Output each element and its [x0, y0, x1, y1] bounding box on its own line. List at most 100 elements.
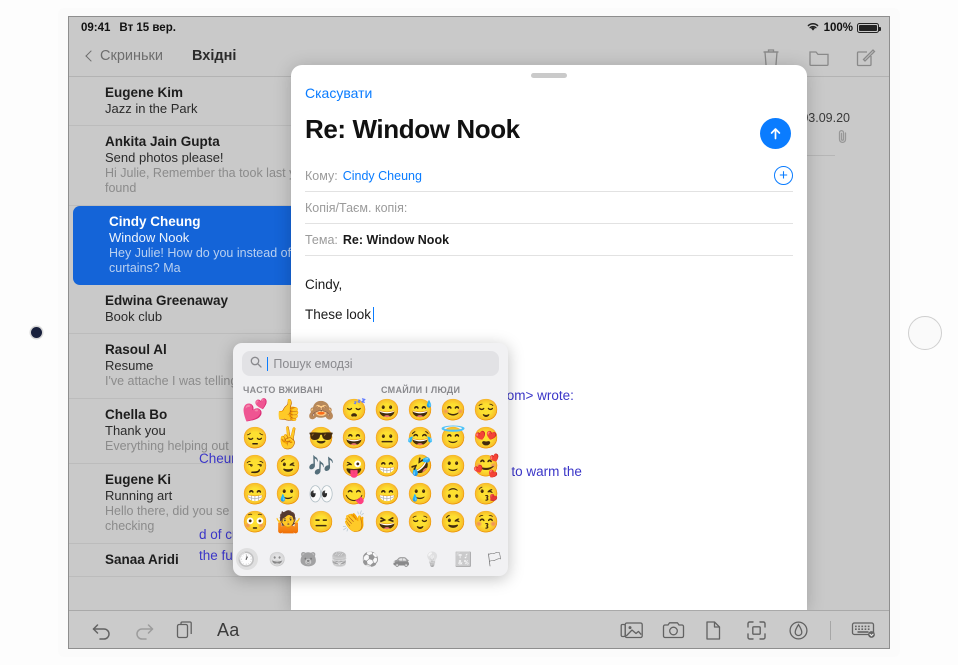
emoji-grid[interactable]: 💕👍🙈😴😀😅😊😌😔✌️😎😄😐😂😇😍😏😉🎶😜😁🤣🙂🥰😁🥲👀😋😁🥲🙃😘😳🤷😑👏😆😌😉… [239, 397, 502, 537]
send-arrow-up-icon [768, 126, 783, 141]
smileys-emoji-tab[interactable]: 😀 [267, 548, 289, 570]
markup-pen-icon[interactable] [788, 620, 810, 642]
objects-emoji-tab[interactable]: 💡 [422, 548, 444, 570]
emoji-cell[interactable]: 😀 [371, 397, 404, 425]
emoji-cell[interactable]: 🙃 [437, 481, 470, 509]
body-greeting: Cindy, [305, 270, 785, 300]
compose-body[interactable]: Cindy, These look [305, 270, 785, 330]
compose-title: Re: Window Nook [305, 114, 520, 145]
emoji-cell[interactable]: 🥰 [470, 453, 503, 481]
emoji-cell[interactable]: 😎 [305, 425, 338, 453]
back-label: Скриньки [100, 48, 163, 64]
activity-emoji-tab[interactable]: ⚽ [360, 548, 382, 570]
undo-icon[interactable] [91, 620, 113, 642]
emoji-cell[interactable]: 😁 [239, 481, 272, 509]
subject-field[interactable]: Тема: Re: Window Nook [305, 224, 793, 256]
emoji-cell[interactable]: 😜 [338, 453, 371, 481]
travel-emoji-tab[interactable]: 🚗 [391, 548, 413, 570]
bottom-toolbar: Aa [69, 610, 890, 649]
send-button[interactable] [760, 118, 791, 149]
emoji-cell[interactable]: 🙈 [305, 397, 338, 425]
battery-percent: 100% [824, 22, 853, 34]
format-text-button[interactable]: Aa [217, 620, 240, 641]
search-caret [267, 357, 268, 371]
emoji-search-input[interactable]: Пошук емодзі [242, 351, 499, 376]
cancel-button[interactable]: Скасувати [305, 85, 372, 101]
emoji-cell[interactable]: 😌 [470, 397, 503, 425]
front-camera [31, 327, 42, 338]
emoji-cell[interactable]: 😉 [437, 509, 470, 537]
emoji-cell[interactable]: 😋 [338, 481, 371, 509]
emoji-cell[interactable]: 💕 [239, 397, 272, 425]
flags-emoji-tab[interactable]: 🏳 [484, 548, 506, 570]
emoji-cell[interactable]: 😌 [404, 509, 437, 537]
paste-icon[interactable] [175, 620, 197, 642]
emoji-cell[interactable]: ✌️ [272, 425, 305, 453]
paperclip-icon [836, 129, 849, 149]
emoji-cell[interactable]: 😏 [239, 453, 272, 481]
to-recipient[interactable]: Cindy Cheung [343, 169, 422, 183]
symbols-emoji-tab[interactable]: 🔣 [453, 548, 475, 570]
emoji-cell[interactable]: 🙂 [437, 453, 470, 481]
back-to-mailboxes-button[interactable]: Скриньки [87, 48, 163, 64]
emoji-cell[interactable]: 😘 [470, 481, 503, 509]
emoji-cell[interactable]: 😅 [404, 397, 437, 425]
emoji-category-tabs[interactable]: 🕐 😀 🐻 🍔 ⚽ 🚗 💡 🔣 🏳 [233, 545, 508, 573]
ipad-device: 09:41 Вт 15 вер. 100% Скриньки [0, 0, 958, 665]
emoji-category-smileys-label: СМАЙЛИ І ЛЮДИ [381, 385, 460, 395]
emoji-cell[interactable]: 👏 [338, 509, 371, 537]
emoji-cell[interactable]: 😴 [338, 397, 371, 425]
to-field[interactable]: Кому: Cindy Cheung [305, 160, 793, 192]
toolbar-separator [830, 621, 831, 640]
emoji-cell[interactable]: 😳 [239, 509, 272, 537]
emoji-cell[interactable]: 😍 [470, 425, 503, 453]
photos-icon[interactable] [620, 620, 642, 642]
emoji-cell[interactable]: 😔 [239, 425, 272, 453]
redo-icon[interactable] [133, 620, 155, 642]
camera-icon[interactable] [662, 620, 684, 642]
sheet-grabber-handle[interactable] [531, 73, 567, 78]
emoji-cell[interactable]: 😄 [338, 425, 371, 453]
scan-icon[interactable] [746, 620, 768, 642]
emoji-cell[interactable]: 🤣 [404, 453, 437, 481]
emoji-picker: Пошук емодзі ЧАСТО ВЖИВАНІ СМАЙЛИ І ЛЮДИ… [233, 343, 508, 576]
home-button[interactable] [908, 316, 942, 350]
cc-bcc-field[interactable]: Копія/Таєм. копія: [305, 192, 793, 224]
subject-value[interactable]: Re: Window Nook [343, 233, 449, 247]
emoji-cell[interactable]: 😑 [305, 509, 338, 537]
emoji-cell[interactable]: 🎶 [305, 453, 338, 481]
emoji-cell[interactable]: 😆 [371, 509, 404, 537]
emoji-cell[interactable]: 😐 [371, 425, 404, 453]
recent-emoji-tab[interactable]: 🕐 [236, 548, 258, 570]
emoji-cell[interactable]: 😇 [437, 425, 470, 453]
emoji-cell[interactable]: 🤷 [272, 509, 305, 537]
text-caret [373, 307, 374, 322]
document-icon[interactable] [704, 620, 726, 642]
inbox-title: Вхідні [192, 48, 236, 64]
emoji-cell[interactable]: 😁 [371, 481, 404, 509]
emoji-cell[interactable]: 😚 [470, 509, 503, 537]
animals-emoji-tab[interactable]: 🐻 [298, 548, 320, 570]
food-emoji-tab[interactable]: 🍔 [329, 548, 351, 570]
emoji-search-placeholder: Пошук емодзі [273, 357, 352, 371]
folder-icon[interactable] [808, 47, 828, 69]
battery-icon [857, 23, 879, 33]
status-date: Вт 15 вер. [119, 22, 176, 34]
add-contact-plus-icon[interactable]: + [774, 166, 793, 185]
emoji-cell[interactable]: 😉 [272, 453, 305, 481]
body-text-line: These look [305, 300, 785, 330]
emoji-cell[interactable]: 👍 [272, 397, 305, 425]
emoji-category-recent-label: ЧАСТО ВЖИВАНІ [243, 385, 323, 395]
compose-icon[interactable] [855, 47, 875, 69]
search-icon [250, 355, 262, 373]
subject-label: Тема: [305, 233, 338, 247]
emoji-cell[interactable]: 😊 [437, 397, 470, 425]
emoji-cell[interactable]: 🥲 [404, 481, 437, 509]
emoji-cell[interactable]: 😁 [371, 453, 404, 481]
emoji-cell[interactable]: 🥲 [272, 481, 305, 509]
to-label: Кому: [305, 169, 338, 183]
hide-keyboard-icon[interactable] [851, 620, 873, 642]
message-date: 03.09.20 [801, 111, 850, 125]
emoji-cell[interactable]: 👀 [305, 481, 338, 509]
emoji-cell[interactable]: 😂 [404, 425, 437, 453]
